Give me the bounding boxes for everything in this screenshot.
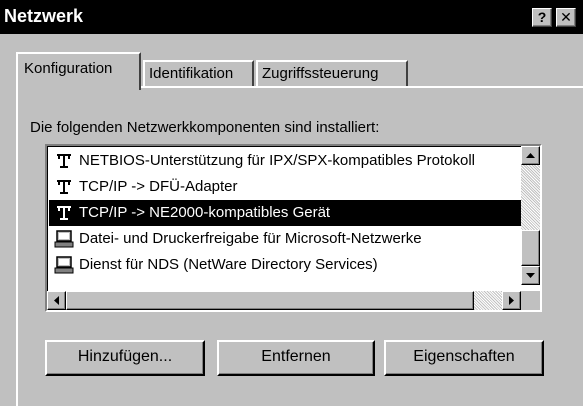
list-item[interactable]: NETBIOS-Unterstützung für IPX/SPX-kompat… [49, 148, 523, 174]
scroll-thumb-horizontal[interactable] [66, 291, 474, 310]
list-item-selected[interactable]: TCP/IP -> NE2000-kompatibles Gerät [49, 200, 523, 226]
scroll-left-button[interactable] [47, 291, 66, 310]
tab-identifikation[interactable]: Identifikation [143, 60, 254, 88]
properties-button[interactable]: Eigenschaften [384, 340, 544, 376]
arrow-up-icon [526, 153, 535, 158]
scrollbar-corner [521, 291, 540, 310]
list-item[interactable]: Datei- und Druckerfreigabe für Microsoft… [49, 226, 523, 252]
network-protocol-icon [57, 206, 71, 220]
close-button[interactable]: ✕ [556, 8, 576, 27]
tab-zugriffssteuerung[interactable]: Zugriffssteuerung [256, 60, 408, 88]
horizontal-scrollbar[interactable] [47, 291, 521, 310]
list-item-label: Dienst für NDS (NetWare Directory Servic… [79, 256, 378, 273]
tab-konfiguration[interactable]: Konfiguration [16, 52, 141, 90]
network-protocol-icon [57, 154, 71, 168]
list-item[interactable]: Dienst für NDS (NetWare Directory Servic… [49, 252, 523, 278]
vertical-scrollbar[interactable] [521, 146, 540, 285]
arrow-left-icon [54, 296, 59, 305]
remove-button[interactable]: Entfernen [217, 340, 375, 376]
scroll-thumb[interactable] [521, 230, 540, 266]
arrow-right-icon [509, 296, 514, 305]
network-service-icon [54, 256, 74, 274]
scroll-right-button[interactable] [502, 291, 521, 310]
help-button[interactable]: ? [532, 8, 552, 27]
list-item[interactable]: TCP/IP -> DFÜ-Adapter [49, 174, 523, 200]
scroll-up-button[interactable] [521, 146, 540, 165]
arrow-down-icon [526, 273, 535, 278]
list-item-label: TCP/IP -> DFÜ-Adapter [79, 178, 238, 195]
list-item-label: Datei- und Druckerfreigabe für Microsoft… [79, 230, 422, 247]
add-button[interactable]: Hinzufügen... [45, 340, 205, 376]
list-item-label: NETBIOS-Unterstützung für IPX/SPX-kompat… [79, 152, 475, 169]
list-item-label: TCP/IP -> NE2000-kompatibles Gerät [79, 204, 331, 221]
window-title: Netzwerk [4, 6, 84, 26]
network-protocol-icon [57, 180, 71, 194]
title-bar: Netzwerk ? ✕ [0, 0, 583, 34]
components-label: Die folgenden Netzwerkkomponenten sind i… [30, 119, 380, 136]
scroll-down-button[interactable] [521, 266, 540, 285]
components-list[interactable]: NETBIOS-Unterstützung für IPX/SPX-kompat… [45, 144, 542, 312]
network-service-icon [54, 230, 74, 248]
